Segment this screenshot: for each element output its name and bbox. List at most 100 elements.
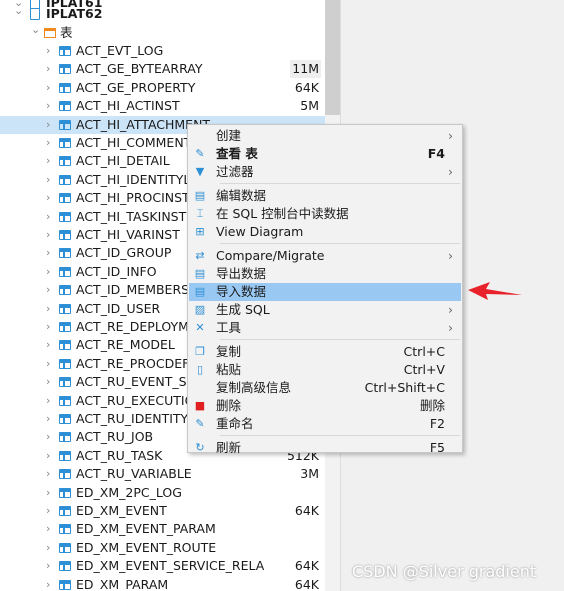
- paste-icon: ▯: [196, 363, 204, 376]
- chevron-right-icon[interactable]: ›: [46, 208, 50, 226]
- table-row[interactable]: › ACT_HI_ACTINST 5M: [0, 97, 325, 115]
- chevron-right-icon[interactable]: ›: [46, 392, 50, 410]
- menu-separator: [220, 243, 460, 244]
- table-icon: [59, 524, 71, 535]
- chevron-right-icon[interactable]: ›: [46, 355, 50, 373]
- menu-item[interactable]: ⇄ Compare/Migrate ›: [189, 247, 461, 265]
- table-name: ACT_HI_VARINST: [76, 227, 180, 242]
- chevron-right-icon[interactable]: ›: [46, 502, 50, 520]
- table-name: ED_XM_PARAM: [76, 576, 169, 591]
- chevron-right-icon[interactable]: ›: [46, 410, 50, 428]
- menu-item[interactable]: ▤ 编辑数据: [189, 187, 461, 205]
- menu-item[interactable]: ✕ 工具 ›: [189, 319, 461, 337]
- menu-separator: [220, 183, 460, 184]
- table-icon: [59, 266, 71, 277]
- menu-item[interactable]: ▼ 过滤器 ›: [189, 163, 461, 181]
- table-name: ACT_RU_EXECUTIO: [76, 392, 195, 408]
- chevron-right-icon[interactable]: ›: [46, 428, 50, 446]
- chevron-right-icon[interactable]: ›: [46, 539, 50, 557]
- chevron-right-icon[interactable]: ›: [46, 42, 50, 60]
- chevron-right-icon[interactable]: ›: [46, 576, 50, 591]
- submenu-arrow-icon: ›: [448, 164, 453, 179]
- chevron-down-icon[interactable]: ⌄: [31, 21, 40, 39]
- red-arrow-annotation: [468, 282, 522, 300]
- menu-item[interactable]: ■ 删除 删除: [189, 397, 461, 415]
- table-icon: [59, 193, 71, 204]
- chevron-right-icon[interactable]: ›: [46, 465, 50, 483]
- chevron-right-icon[interactable]: ›: [46, 244, 50, 262]
- menu-item[interactable]: ▤ 导入数据: [189, 283, 461, 301]
- chevron-right-icon[interactable]: ›: [46, 263, 50, 281]
- chevron-right-icon[interactable]: ›: [46, 116, 50, 134]
- table-icon: [59, 156, 71, 167]
- table-row[interactable]: › ACT_GE_BYTEARRAY 11M: [0, 60, 325, 79]
- menu-item[interactable]: 复制高级信息 Ctrl+Shift+C: [189, 379, 461, 397]
- table-size: 11M: [290, 60, 321, 79]
- table-row[interactable]: › ACT_RU_VARIABLE 3M: [0, 465, 325, 483]
- chevron-right-icon[interactable]: ›: [46, 281, 50, 299]
- table-icon: [59, 101, 71, 112]
- table-icon: [59, 377, 71, 388]
- chevron-right-icon[interactable]: ›: [46, 97, 50, 115]
- scrollbar-thumb[interactable]: [325, 0, 340, 115]
- table-size: 3M: [300, 466, 319, 482]
- chevron-right-icon[interactable]: ›: [46, 226, 50, 244]
- menu-item[interactable]: ✎ 重命名 F2: [189, 415, 461, 433]
- chevron-right-icon[interactable]: ›: [46, 79, 50, 97]
- chevron-right-icon[interactable]: ›: [46, 318, 50, 336]
- submenu-arrow-icon: ›: [448, 248, 453, 263]
- menu-item[interactable]: 创建 ›: [189, 127, 461, 145]
- menu-item-shortcut: F4: [427, 146, 445, 161]
- menu-item[interactable]: ▯ 粘贴 Ctrl+V: [189, 361, 461, 379]
- table-icon: [59, 561, 71, 572]
- chevron-right-icon[interactable]: ›: [46, 60, 50, 78]
- table-row[interactable]: › ED_XM_EVENT 64K: [0, 502, 325, 520]
- table-icon: [59, 303, 71, 314]
- edit-data-icon: ▤: [194, 189, 206, 202]
- chevron-right-icon[interactable]: ›: [46, 134, 50, 152]
- chevron-right-icon[interactable]: ›: [46, 520, 50, 538]
- table-name: ED_XM_2PC_LOG: [76, 484, 182, 500]
- table-icon: [59, 138, 71, 148]
- chevron-right-icon[interactable]: ›: [46, 171, 50, 189]
- pencil-icon: ✎: [195, 147, 205, 160]
- table-name: ACT_ID_GROUP: [76, 245, 172, 261]
- table-name: ACT_RU_JOB: [76, 429, 154, 445]
- table-row[interactable]: › ED_XM_EVENT_ROUTE: [0, 539, 325, 557]
- chevron-right-icon[interactable]: ›: [46, 152, 50, 170]
- chevron-right-icon[interactable]: ›: [46, 557, 50, 575]
- menu-item[interactable]: ✎ 查看 表 F4: [189, 145, 461, 163]
- menu-item[interactable]: ⊞ View Diagram: [189, 223, 461, 241]
- menu-item-label: 粘贴: [216, 362, 242, 377]
- chevron-right-icon[interactable]: ›: [46, 189, 50, 207]
- table-row[interactable]: › ED_XM_2PC_LOG: [0, 484, 325, 502]
- menu-item[interactable]: ❐ 复制 Ctrl+C: [189, 343, 461, 361]
- table-row[interactable]: › ED_XM_EVENT_PARAM: [0, 520, 325, 538]
- tree-node-tables-folder[interactable]: ⌄ 表: [0, 21, 325, 42]
- table-row[interactable]: › ED_XM_EVENT_SERVICE_RELA 64K: [0, 557, 325, 575]
- menu-item-label: 在 SQL 控制台中读数据: [216, 206, 349, 221]
- table-row[interactable]: › ACT_GE_PROPERTY 64K: [0, 79, 325, 97]
- menu-item-label: 工具: [216, 320, 242, 335]
- sql-file-icon: ▨: [194, 303, 206, 316]
- chevron-right-icon[interactable]: ›: [46, 373, 50, 391]
- menu-item-label: 重命名: [216, 416, 254, 431]
- chevron-right-icon[interactable]: ›: [46, 300, 50, 318]
- tree-node-schema[interactable]: ⌄ IPLAT62: [0, 2, 325, 23]
- chevron-right-icon[interactable]: ›: [46, 484, 50, 502]
- chevron-down-icon[interactable]: ⌄: [14, 2, 23, 20]
- chevron-right-icon[interactable]: ›: [46, 447, 50, 465]
- table-name: ED_XM_EVENT_SERVICE_RELA: [76, 558, 265, 574]
- menu-item[interactable]: ↻ 刷新 F5: [189, 439, 461, 457]
- menu-item[interactable]: ▨ 生成 SQL ›: [189, 301, 461, 319]
- chevron-right-icon[interactable]: ›: [46, 336, 50, 354]
- menu-item[interactable]: ⌶ 在 SQL 控制台中读数据: [189, 205, 461, 223]
- table-icon: [59, 579, 71, 590]
- menu-item[interactable]: ▤ 导出数据: [189, 265, 461, 283]
- table-row[interactable]: › ACT_EVT_LOG: [0, 42, 325, 60]
- table-size: 64K: [294, 503, 319, 518]
- watermark: CSDN @Silver gradient: [352, 562, 537, 581]
- table-row[interactable]: › ED_XM_PARAM 64K: [0, 576, 325, 591]
- menu-item-shortcut: F5: [429, 440, 445, 455]
- table-name: ACT_HI_PROCINST: [76, 190, 190, 206]
